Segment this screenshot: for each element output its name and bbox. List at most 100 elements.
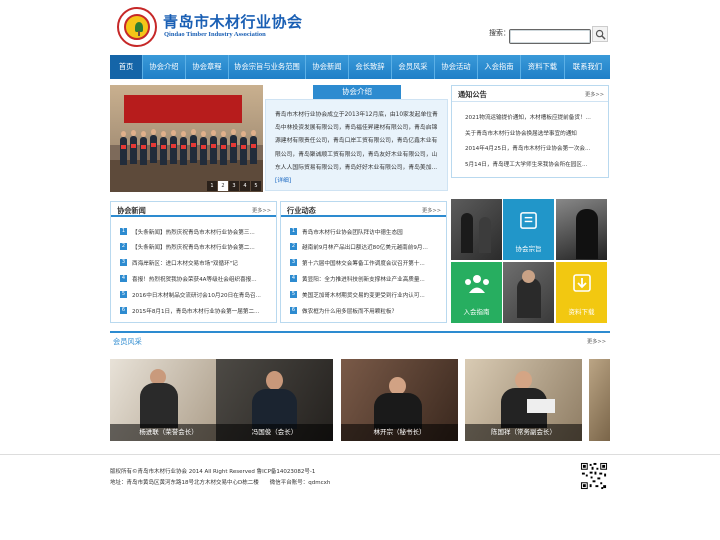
banner-person <box>160 131 167 165</box>
logo-emblem <box>124 14 150 40</box>
industry-more-link[interactable]: 更多>> <box>422 207 441 214</box>
notice-more-link[interactable]: 更多>> <box>585 91 604 98</box>
news-item[interactable]: 2015年8月1日，青岛市木材行业协会第一届第二... <box>132 307 272 315</box>
tile-join-guide[interactable]: 入会指南 <box>451 262 502 323</box>
list-number: 3 <box>120 259 127 266</box>
qr-code-icon <box>580 462 608 490</box>
industry-item[interactable]: 美国芝加哥木材期货交易的变更受到行业内认可... <box>302 291 442 299</box>
tile-download[interactable]: 资料下载 <box>556 262 607 323</box>
notice-title: 通知公告 <box>458 90 487 99</box>
banner-person <box>220 131 227 165</box>
list-number: 4 <box>120 275 127 282</box>
tile-join-guide-label: 入会指南 <box>463 308 490 316</box>
list-number: 5 <box>290 291 297 298</box>
member-caption: 林开宗（秘书长） <box>341 424 458 441</box>
news-header: 协会新闻 更多>> <box>111 202 276 217</box>
industry-item[interactable]: 越南前9月林产品出口额达近80亿美元越南前9月... <box>302 243 442 251</box>
industry-item[interactable]: 青岛市木材行业协会团队拜访中德生态园 <box>302 228 442 236</box>
document-icon <box>520 212 537 229</box>
banner-person <box>230 129 237 163</box>
intro-more-link[interactable]: [详细] <box>275 178 291 184</box>
search-button[interactable] <box>592 26 608 42</box>
members-header <box>110 331 610 347</box>
site-title[interactable]: 青岛市木材行业协会 <box>163 11 303 32</box>
news-item[interactable]: 【头条新闻】热烈庆祝青岛市木材行业协会第二... <box>132 243 272 251</box>
list-number: 3 <box>290 259 297 266</box>
tile-download-label: 资料下载 <box>568 308 595 316</box>
list-number: 6 <box>120 307 127 314</box>
banner-person <box>150 129 157 163</box>
list-number: 5 <box>120 291 127 298</box>
news-more-link[interactable]: 更多>> <box>252 207 271 214</box>
members-title[interactable]: 会员风采 <box>113 337 142 347</box>
site-subtitle: Qindao Timber Industry Association <box>164 31 266 38</box>
notice-item[interactable]: 2021物流运输提价通知，木材槽板应提前备货！... <box>465 113 605 121</box>
nav-home[interactable]: 首页 <box>110 55 143 79</box>
member-card[interactable]: 杨进联（荣誉会长） <box>110 359 227 441</box>
tile-photo-office[interactable] <box>503 262 554 323</box>
banner-person <box>140 131 147 165</box>
news-item[interactable]: 喜报！热烈祝贺我协会荣获4A等级社会组织喜报... <box>132 275 272 283</box>
banner-person <box>180 131 187 165</box>
notice-item[interactable]: 2014年4月25日，青岛市木材行业协会第一次会... <box>465 144 605 152</box>
tile-purpose[interactable]: 协会宗旨 <box>503 199 554 260</box>
search-icon <box>595 29 606 40</box>
list-number: 4 <box>290 275 297 282</box>
banner-person <box>240 131 247 165</box>
member-card-partial[interactable] <box>589 359 610 441</box>
pager-dot[interactable]: 1 <box>207 181 217 191</box>
industry-title: 行业动态 <box>287 206 316 215</box>
banner-person <box>200 131 207 165</box>
nav-join-guide[interactable]: 入会指南 <box>478 55 521 79</box>
notice-header: 通知公告 更多>> <box>452 86 608 101</box>
news-item[interactable]: 【头条新闻】热烈庆祝青岛市木材行业协会第三... <box>132 228 272 236</box>
list-number: 6 <box>290 307 297 314</box>
industry-item[interactable]: 第十六届中国林交会筹备工作调度会议召开第十... <box>302 259 442 267</box>
list-number: 2 <box>290 243 297 250</box>
nav-contact[interactable]: 联系我们 <box>565 55 610 79</box>
banner-pager: 1 2 3 4 5 <box>207 181 261 191</box>
banner-slideshow[interactable] <box>110 85 263 192</box>
download-icon <box>573 274 591 292</box>
intro-tab[interactable]: 协会介绍 <box>313 85 401 99</box>
footer-address: 地址：青岛市黄岛区黄河东路18号北方木材交易中心D栋二楼 微信平台账号：qdmc… <box>110 480 331 486</box>
tree-trunk <box>138 31 140 36</box>
industry-item[interactable]: 黄显阳：全力推进科技创新支撑林业产业高质量... <box>302 275 442 283</box>
news-item[interactable]: 2016中日木材制品交流研讨会10月20日在青岛召... <box>132 291 272 299</box>
nav-activities[interactable]: 协会活动 <box>435 55 478 79</box>
list-number: 2 <box>120 243 127 250</box>
nav-news[interactable]: 协会新闻 <box>306 55 349 79</box>
nav-downloads[interactable]: 资料下载 <box>521 55 565 79</box>
nav-about[interactable]: 协会介绍 <box>143 55 186 79</box>
member-card[interactable]: 陈国祥（常务副会长） <box>465 359 582 441</box>
notice-item[interactable]: 5月14日，青岛理工大学师生来我协会所在园区... <box>465 160 605 168</box>
banner-person <box>120 131 127 165</box>
nav-members[interactable]: 会员风采 <box>392 55 435 79</box>
member-card[interactable]: 冯国俊（会长） <box>216 359 333 441</box>
footer-divider <box>0 454 720 455</box>
banner-backdrop <box>124 95 242 123</box>
nav-charter[interactable]: 协会章程 <box>186 55 229 79</box>
pager-dot[interactable]: 4 <box>240 181 250 191</box>
banner-person <box>250 130 257 164</box>
tile-photo-handshake[interactable] <box>451 199 502 260</box>
news-item[interactable]: 西海岸新区：进口木材交易市场"双循环"记 <box>132 259 272 267</box>
pager-dot[interactable]: 5 <box>251 181 261 191</box>
member-card[interactable]: 林开宗（秘书长） <box>341 359 458 441</box>
search-label: 搜索： <box>489 29 510 37</box>
news-title: 协会新闻 <box>117 206 146 215</box>
industry-item[interactable]: 做农框为什么用多层板而不用颗粒板？ <box>302 307 442 315</box>
nav-purpose-scope[interactable]: 协会宗旨与业务范围 <box>229 55 306 79</box>
banner-person <box>210 130 217 164</box>
pager-dot-active[interactable]: 2 <box>218 181 228 191</box>
notice-item[interactable]: 关于青岛市木材行业协会换届选举事宜的通知 <box>465 129 605 137</box>
industry-header: 行业动态 更多>> <box>281 202 446 217</box>
main-nav: 首页 协会介绍 协会章程 协会宗旨与业务范围 协会新闻 会长致辞 会员风采 协会… <box>110 55 610 79</box>
association-logo[interactable] <box>117 7 157 47</box>
nav-president-speech[interactable]: 会长致辞 <box>349 55 392 79</box>
members-more-link[interactable]: 更多>> <box>587 338 606 345</box>
intro-body: 青岛市木材行业协会成立于2013年12月底，由10家发起单位青岛中林投资发展有限… <box>275 112 438 171</box>
search-input[interactable] <box>509 29 591 44</box>
tile-photo-meeting[interactable] <box>556 199 607 260</box>
pager-dot[interactable]: 3 <box>229 181 239 191</box>
